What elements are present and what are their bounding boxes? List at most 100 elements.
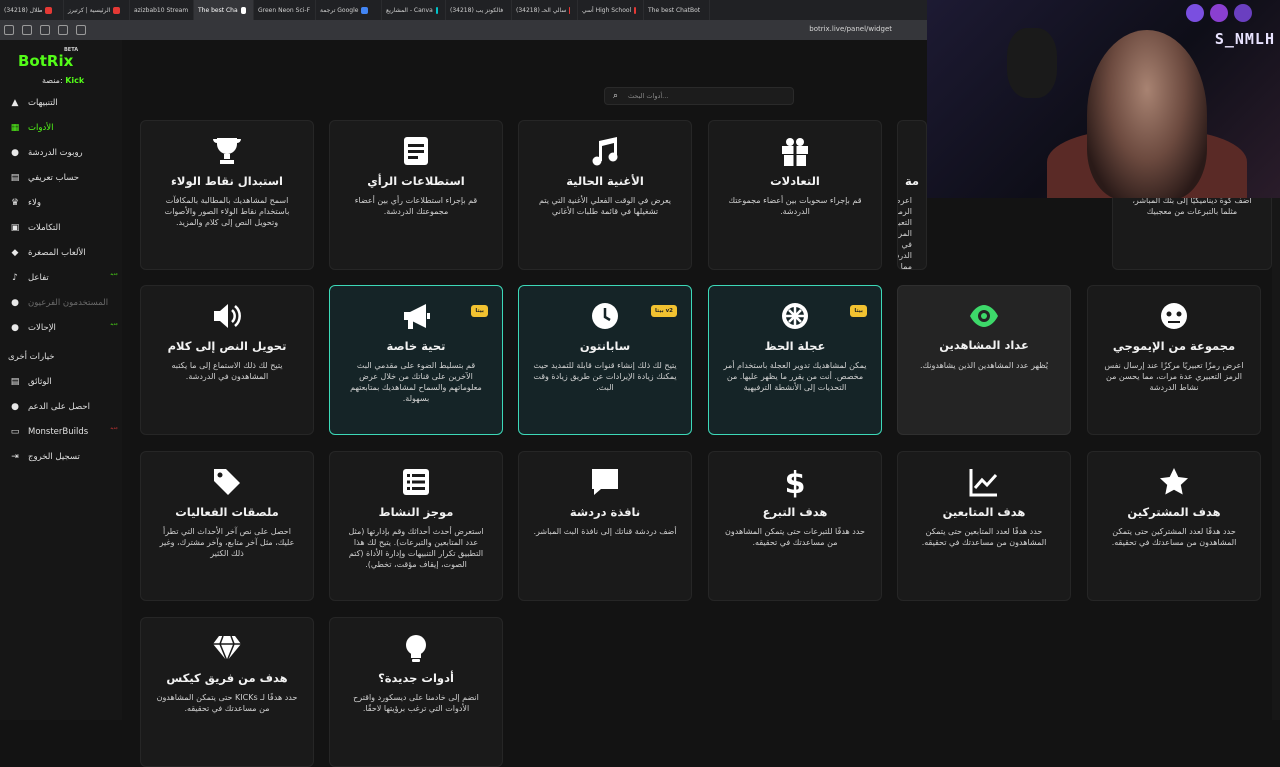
widget-card[interactable]: $ هدف التبرع حدد هدفًا للتبرعات حتى يتمكن …	[708, 451, 882, 601]
beta-badge: بيتا v2	[651, 305, 677, 317]
users-icon: ●	[11, 298, 19, 308]
speaker-icon	[141, 300, 313, 332]
sidebar-item[interactable]: ▤ الوثائق	[10, 374, 122, 390]
sidebar-item[interactable]: ♪ تفاعل جديد	[10, 270, 122, 286]
sidebar-item[interactable]: ♛ ولاء	[10, 195, 122, 211]
widget-title: التعادلات	[770, 174, 820, 188]
browser-tab[interactable]: سالي الحـ (34218)	[512, 0, 578, 20]
browser-tab[interactable]: الرئيسية | كرتيرز	[64, 0, 130, 20]
sidebar-item[interactable]: ● الإحالات جديد	[10, 320, 122, 336]
gift-icon	[709, 135, 881, 167]
widget-card[interactable]: التعادلات قم بإجراء سحوبات بين أعضاء مجمو…	[708, 120, 882, 270]
beta-badge: بيتا	[850, 305, 867, 317]
search-icon: ⌕	[613, 90, 619, 101]
widget-description: استعرض أحدث أحداثك وقم بإدارتها (مثل عدد…	[348, 527, 484, 569]
sidebar-item[interactable]: ● روبوت الدردشة	[10, 145, 122, 161]
sidebar-item[interactable]: ▲ التنبيهات	[10, 95, 122, 111]
widget-title: هدف من فريق كيكس	[166, 671, 288, 685]
widget-description: يتيح لك ذلك الاستماع إلى ما يكتبه المشاه…	[171, 361, 283, 381]
sidebar-item[interactable]: ● احصل على الدعم	[10, 399, 122, 415]
widget-description: أضف دردشة قناتك إلى نافذة البث المباشر.	[533, 527, 677, 536]
browser-tab[interactable]: أسي High School	[578, 0, 644, 20]
sidebar-item[interactable]: ▦ الأدوات	[10, 120, 122, 136]
search-placeholder: أدوات البحث...	[628, 92, 669, 100]
widget-card[interactable]: هدف من فريق كيكس حدد هدفًا لـ KICKs حتى ي…	[140, 617, 314, 767]
widget-card[interactable]: تحويل النص إلى كلام يتيح لك ذلك الاستماع …	[140, 285, 314, 435]
widget-card[interactable]: استطلاعات الرأي قم بإجراء استطلاعات رأي ب…	[329, 120, 503, 270]
widget-card[interactable]: عداد المشاهدين يُظهر عدد المشاهدين الذين …	[897, 285, 1071, 435]
svg-text:$: $	[785, 466, 806, 498]
search-input[interactable]: ⌕ أدوات البحث...	[604, 87, 794, 105]
botrix-logo[interactable]: BotRix	[18, 52, 73, 70]
widget-description: حدد هدفًا لعدد المشتركين حتى يتمكن المشا…	[1111, 527, 1237, 547]
menu-icon[interactable]	[4, 25, 14, 35]
tab-label: ترجمة Google	[320, 6, 359, 14]
widget-card[interactable]: سابانتون يتيح لك ذلك إنشاء قنوات قابلة لل…	[518, 285, 692, 435]
robot-icon: ●	[11, 148, 19, 158]
browser-tab[interactable]: ترجمة Google	[316, 0, 382, 20]
tab-favicon-icon	[569, 6, 570, 14]
extension-icon[interactable]	[76, 25, 86, 35]
sidebar-item[interactable]: ▣ التكاملات	[10, 220, 122, 236]
browser-tab[interactable]: azizbab10 Stream	[130, 0, 194, 20]
extension-icon[interactable]	[40, 25, 50, 35]
browser-tab[interactable]: فالكونز يب (34218)	[446, 0, 512, 20]
widget-card[interactable]: مجموعة من الإيموجي اعرض رمزًا تعبيريًا مر…	[1087, 285, 1261, 435]
widget-card[interactable]: نافذة دردشة أضف دردشة قناتك إلى نافذة الب…	[518, 451, 692, 601]
widget-description: قم بتسليط الضوء على مقدمي البث الآخرين ع…	[350, 361, 482, 403]
tab-label: The best Cha	[198, 6, 238, 14]
address-bar[interactable]: botrix.live/panel/widget	[809, 25, 892, 33]
sidebar-item-label: حساب تعريفي	[28, 173, 80, 183]
sidebar-item-label: التنبيهات	[28, 98, 58, 108]
sidebar-item[interactable]: ▤ حساب تعريفي	[10, 170, 122, 186]
widget-description: يتيح لك ذلك إنشاء قنوات قابلة للتمديد حي…	[533, 361, 677, 392]
sidebar-item-label: ولاء	[28, 198, 41, 208]
widget-description: انضم إلى خادمنا على ديسكورد واقترح الأدو…	[353, 693, 479, 713]
sidebar: BotRix BETA منصة: Kick ▲ التنبيهات ▦ الأدوا…	[0, 40, 122, 720]
docs-icon: ▤	[10, 377, 20, 387]
browser-tab[interactable]: The best Cha	[194, 0, 254, 20]
tab-label: azizbab10 Stream	[134, 6, 189, 14]
widget-title: تحويل النص إلى كلام	[167, 339, 287, 353]
browser-tab[interactable]: Green Neon Sci-F	[254, 0, 316, 20]
widget-title: مة	[904, 174, 920, 188]
tab-label: أسي High School	[582, 6, 632, 14]
widget-card[interactable]: عجلة الحظ يمكن لمشاهديك تدوير العجلة باست…	[708, 285, 882, 435]
sidebar-item[interactable]: ▭ MonsterBuilds جديد	[10, 424, 122, 440]
widget-description: قم بإجراء سحوبات بين أعضاء مجموعتك الدرد…	[728, 196, 862, 216]
profile-icon: ▤	[10, 173, 20, 183]
sidebar-item[interactable]: ● المستخدمون الفرعيون	[10, 295, 122, 311]
widget-card[interactable]: هدف المتابعين حدد هدفًا لعدد المتابعين حت…	[897, 451, 1071, 601]
widget-title: هدف المتابعين	[942, 505, 1026, 519]
widget-description: اسمح لمشاهديك بالمطالبة بالمكافآت باستخد…	[164, 196, 290, 227]
sidebar-item-label: الوثائق	[28, 377, 52, 387]
chart-up-icon	[898, 466, 1070, 498]
sidebar-item[interactable]: ⇥ تسجيل الخروج	[10, 449, 122, 465]
widget-card[interactable]: مةاعرض الرموز التعبيرية المرسلة في الدرد…	[897, 120, 927, 270]
tab-favicon-icon	[113, 6, 121, 14]
sidebar-item-label: الأدوات	[28, 123, 54, 133]
bookmarks-icon[interactable]	[22, 25, 32, 35]
widget-card[interactable]: أدوات جديدة؟ انضم إلى خادمنا على ديسكورد …	[329, 617, 503, 767]
widget-card[interactable]: موجز النشاط استعرض أحدث أحداثك وقم بإدارت…	[329, 451, 503, 601]
browser-tab[interactable]: The best ChatBot	[644, 0, 710, 20]
widget-title: عداد المشاهدين	[939, 338, 1029, 352]
extension-icon[interactable]	[58, 25, 68, 35]
scrollbar[interactable]	[1272, 198, 1280, 720]
browser-tab[interactable]: طلال (34218)	[0, 0, 64, 20]
tab-favicon-icon	[361, 6, 369, 14]
widget-description: يعرض في الوقت الفعلي الأغنية التي يتم تش…	[538, 196, 672, 216]
widget-card[interactable]: هدف المشتركين حدد هدفًا لعدد المشتركين حت…	[1087, 451, 1261, 601]
widget-title: هدف المشتركين	[1127, 505, 1221, 519]
tools-icon: ▦	[10, 123, 20, 133]
platform-label: منصة: Kick	[42, 76, 84, 85]
trophy-icon: ♛	[10, 198, 20, 208]
browser-tab[interactable]: المشاريع - Canva	[382, 0, 446, 20]
widget-card[interactable]: ملصقات الفعاليات احصل على نص آخر الأحداث …	[140, 451, 314, 601]
widget-card[interactable]: تحية خاصة قم بتسليط الضوء على مقدمي البث …	[329, 285, 503, 435]
tab-label: فالكونز يب (34218)	[450, 6, 504, 14]
sidebar-item[interactable]: ◆ الألعاب المصغرة	[10, 245, 122, 261]
widget-card[interactable]: استبدال نقاط الولاء اسمح لمشاهديك بالمطال…	[140, 120, 314, 270]
widget-card[interactable]: الأغنية الحالية يعرض في الوقت الفعلي الأغ…	[518, 120, 692, 270]
new-badge: جديد	[110, 425, 118, 430]
